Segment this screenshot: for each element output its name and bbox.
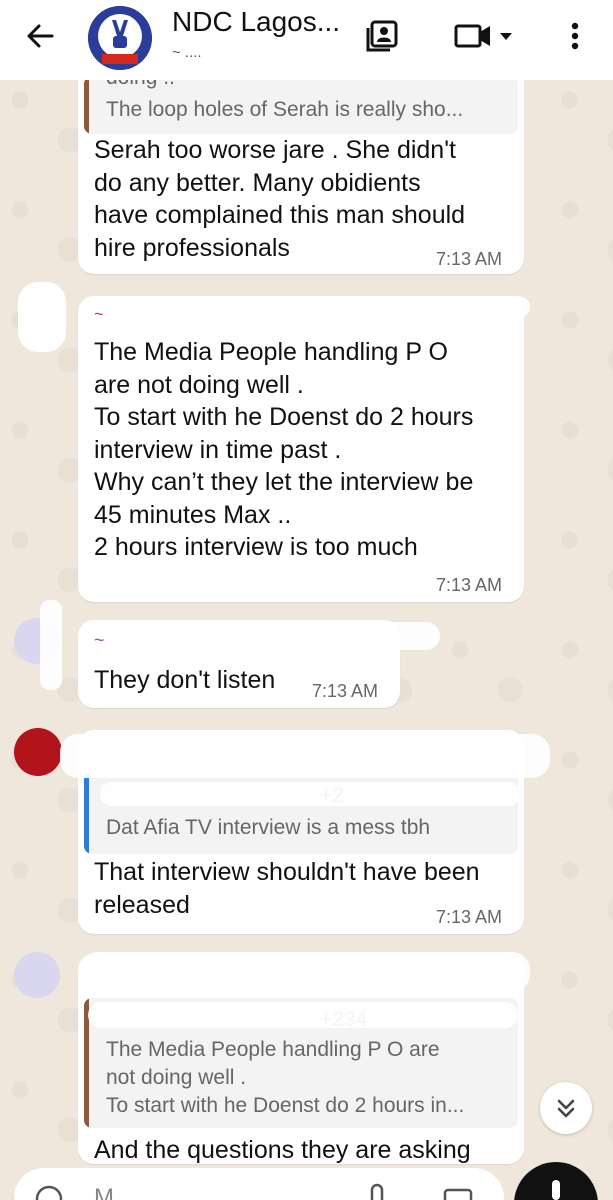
message-time: 7:13 AM xyxy=(312,681,379,701)
group-logo xyxy=(88,6,152,70)
quote-accent-bar xyxy=(84,76,89,134)
redacted-quote-sender xyxy=(100,782,520,806)
emoji-icon[interactable] xyxy=(34,1184,64,1200)
message-time: 7:13 AM xyxy=(436,249,503,269)
more-options-icon xyxy=(571,22,579,50)
quote-text: The Media People handling P O are not do… xyxy=(106,1038,465,1117)
group-avatar[interactable] xyxy=(88,6,152,70)
quote-text: Dat Afia TV interview is a mess tbh xyxy=(106,816,431,839)
video-call-button[interactable] xyxy=(448,16,520,56)
scroll-to-bottom-button[interactable] xyxy=(540,1082,592,1134)
redacted-scribble xyxy=(40,600,62,690)
contact-card-button[interactable] xyxy=(362,16,402,56)
back-arrow-icon xyxy=(27,24,54,48)
quoted-message[interactable]: doing .. The loop holes of Serah is real… xyxy=(84,76,518,134)
camera-icon[interactable] xyxy=(442,1182,474,1200)
more-options-button[interactable] xyxy=(560,16,590,56)
group-subtitle: ~ .... xyxy=(172,44,202,61)
message-bubble[interactable]: ~ The Media People handling P O are not … xyxy=(78,296,524,602)
quote-accent-bar xyxy=(84,772,89,854)
message-input-placeholder: M xyxy=(94,1184,114,1200)
redacted-sender xyxy=(80,952,530,992)
message-time: 7:13 AM xyxy=(436,575,503,595)
attach-icon[interactable] xyxy=(364,1182,390,1200)
video-call-icon xyxy=(454,24,490,48)
sender-avatar xyxy=(14,728,62,776)
mic-icon xyxy=(552,1180,560,1200)
message-text: And the questions they are asking xyxy=(94,1136,471,1164)
redacted-sender xyxy=(150,622,440,650)
message-text: Serah too worse jare . She didn't do any… xyxy=(94,136,466,262)
sender-avatar xyxy=(14,952,60,998)
message-input[interactable]: M xyxy=(14,1168,504,1200)
group-title[interactable]: NDC Lagos... xyxy=(172,6,340,38)
message-bubble[interactable]: doing .. The loop holes of Serah is real… xyxy=(78,62,524,274)
message-time: 7:13 AM xyxy=(436,907,503,927)
contact-card-icon xyxy=(366,20,398,52)
sender-name: ~ xyxy=(94,630,105,650)
redacted-avatar xyxy=(18,282,66,352)
message-text: The Media People handling P O are not do… xyxy=(94,338,474,561)
message-text: They don't listen xyxy=(94,666,276,694)
double-chevron-down-icon xyxy=(557,1099,575,1118)
dropdown-icon xyxy=(500,33,512,40)
quote-text: The loop holes of Serah is really sho... xyxy=(106,98,464,121)
redacted-quote-sender xyxy=(88,1002,518,1028)
redacted-sender xyxy=(60,734,550,778)
back-button[interactable] xyxy=(20,16,60,56)
message-text: That interview shouldn't have been relea… xyxy=(94,858,480,919)
chat-header: NDC Lagos... ~ .... xyxy=(0,0,613,80)
redacted-sender xyxy=(100,296,530,318)
